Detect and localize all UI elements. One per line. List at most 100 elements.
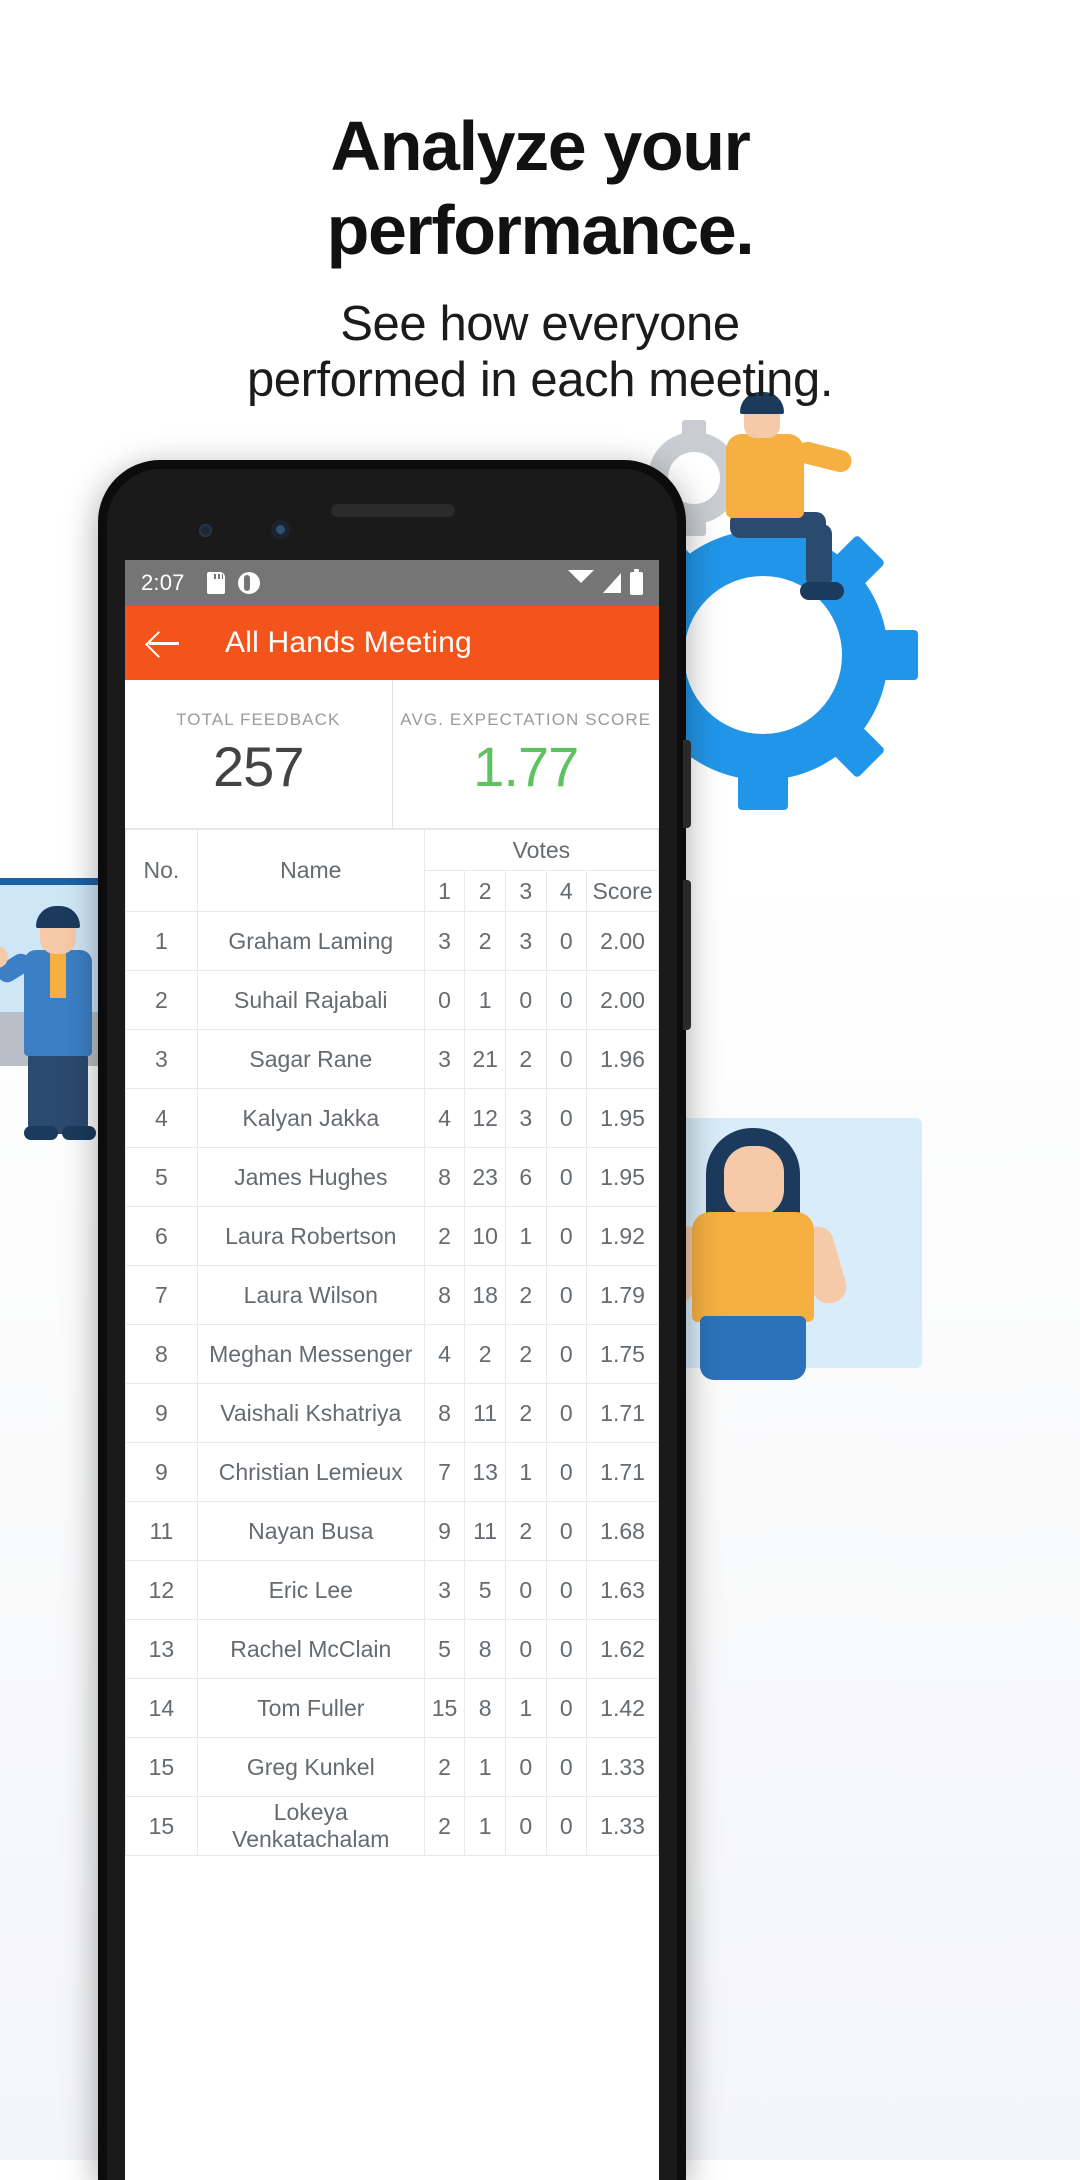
vote-count-1: 3 (423, 1560, 466, 1620)
vote-count-2: 2 (464, 911, 506, 971)
vote-count-2: 18 (464, 1265, 506, 1325)
column-header-vote-3: 3 (504, 870, 547, 912)
vote-count-3: 2 (504, 1324, 547, 1384)
table-row[interactable]: 4 Kalyan Jakka 4 12 3 0 1.95 (125, 1088, 659, 1148)
vote-count-3: 2 (504, 1383, 547, 1443)
column-header-vote-2: 2 (464, 870, 506, 912)
back-arrow-icon[interactable] (147, 626, 181, 660)
participant-name-link[interactable]: Vaishali Kshatriya (196, 1383, 425, 1443)
no: 3 (125, 1029, 198, 1089)
volume-button[interactable] (683, 880, 691, 1030)
vote-count-1: 3 (423, 911, 466, 971)
vote-count-2: 12 (464, 1088, 506, 1148)
participant-name-link[interactable]: Meghan Messenger (196, 1324, 425, 1384)
table-row[interactable]: 9 Vaishali Kshatriya 8 11 2 0 1.71 (125, 1383, 659, 1443)
vote-count-2: 21 (464, 1029, 506, 1089)
expectation-score: 1.96 (586, 1029, 659, 1089)
status-bar-right-icons (568, 568, 643, 595)
table-row[interactable]: 15 Lokeya Venkatachalam 2 1 0 0 1.33 (125, 1796, 659, 1856)
promo-headline: Analyze your performance. (0, 104, 1080, 272)
participant-name-link[interactable]: Rachel McClain (196, 1619, 425, 1679)
participant-name-link[interactable]: Christian Lemieux (196, 1442, 425, 1502)
app-bar: All Hands Meeting (125, 606, 659, 680)
vote-count-2: 1 (464, 1796, 506, 1856)
no: 11 (125, 1501, 198, 1561)
participant-ranking-table: No. Name Votes 1 2 3 4 Score 1 Graham Lam… (125, 829, 659, 1856)
vote-count-1: 8 (423, 1265, 466, 1325)
sd-card-icon (206, 572, 225, 594)
column-header-votes: Votes (423, 829, 659, 871)
column-header-score: Score (586, 870, 659, 912)
participant-name-link[interactable]: Suhail Rajabali (196, 970, 425, 1030)
large-gear-tooth (878, 630, 918, 680)
vote-count-4: 0 (545, 1265, 588, 1325)
no: 9 (125, 1442, 198, 1502)
table-row[interactable]: 7 Laura Wilson 8 18 2 0 1.79 (125, 1265, 659, 1325)
table-row[interactable]: 14 Tom Fuller 15 8 1 0 1.42 (125, 1678, 659, 1738)
seated-person-leg (806, 524, 832, 588)
table-header-row-top: No. Name Votes (125, 829, 659, 912)
table-row[interactable]: 3 Sagar Rane 3 21 2 0 1.96 (125, 1029, 659, 1089)
table-row[interactable]: 6 Laura Robertson 2 10 1 0 1.92 (125, 1206, 659, 1266)
no: 12 (125, 1560, 198, 1620)
vote-count-2: 23 (464, 1147, 506, 1207)
no: 6 (125, 1206, 198, 1266)
vote-count-4: 0 (545, 1147, 588, 1207)
vote-count-3: 0 (504, 1560, 547, 1620)
vote-count-2: 11 (464, 1501, 506, 1561)
phone-screen: 2:07 All Hands Meeting TOTAL FEEDBACK 25… (125, 560, 659, 2180)
vote-count-4: 0 (545, 911, 588, 971)
table-row[interactable]: 8 Meghan Messenger 4 2 2 0 1.75 (125, 1324, 659, 1384)
participant-name-link[interactable]: Tom Fuller (196, 1678, 425, 1738)
vote-count-2: 8 (464, 1619, 506, 1679)
promo-subheadline-line-2: performed in each meeting. (246, 353, 834, 407)
participant-name-link[interactable]: Nayan Busa (196, 1501, 425, 1561)
participant-name-link[interactable]: James Hughes (196, 1147, 425, 1207)
stat-label: TOTAL FEEDBACK (176, 710, 341, 729)
no: 7 (125, 1265, 198, 1325)
no: 8 (125, 1324, 198, 1384)
vote-count-1: 8 (423, 1383, 466, 1443)
stat-avg-expectation-score: AVG. EXPECTATION SCORE 1.77 (391, 680, 660, 828)
vote-count-1: 5 (423, 1619, 466, 1679)
table-row[interactable]: 12 Eric Lee 3 5 0 0 1.63 (125, 1560, 659, 1620)
participant-name-link[interactable]: Eric Lee (196, 1560, 425, 1620)
stat-label: AVG. EXPECTATION SCORE (400, 710, 652, 729)
table-row[interactable]: 1 Graham Laming 3 2 3 0 2.00 (125, 911, 659, 971)
power-button[interactable] (683, 740, 691, 828)
vote-count-4: 0 (545, 1324, 588, 1384)
seated-person-shoe (800, 582, 844, 600)
battery-icon (630, 568, 643, 595)
participant-name-link[interactable]: Lokeya Venkatachalam (196, 1796, 425, 1856)
expectation-score: 1.68 (586, 1501, 659, 1561)
table-row[interactable]: 9 Christian Lemieux 7 13 1 0 1.71 (125, 1442, 659, 1502)
participant-name-link[interactable]: Greg Kunkel (196, 1737, 425, 1797)
vote-count-3: 2 (504, 1029, 547, 1089)
vote-count-1: 9 (423, 1501, 466, 1561)
participant-name-link[interactable]: Sagar Rane (196, 1029, 425, 1089)
table-row[interactable]: 11 Nayan Busa 9 11 2 0 1.68 (125, 1501, 659, 1561)
participant-name-link[interactable]: Laura Wilson (196, 1265, 425, 1325)
table-row[interactable]: 5 James Hughes 8 23 6 0 1.95 (125, 1147, 659, 1207)
expectation-score: 1.33 (586, 1796, 659, 1856)
vote-count-1: 2 (423, 1206, 466, 1266)
table-row[interactable]: 13 Rachel McClain 5 8 0 0 1.62 (125, 1619, 659, 1679)
vote-count-3: 1 (504, 1678, 547, 1738)
participant-name-link[interactable]: Kalyan Jakka (196, 1088, 425, 1148)
vote-count-3: 2 (504, 1265, 547, 1325)
vote-count-4: 0 (545, 1796, 588, 1856)
sensor-icon (199, 524, 212, 537)
table-row[interactable]: 15 Greg Kunkel 2 1 0 0 1.33 (125, 1737, 659, 1797)
vote-count-4: 0 (545, 1560, 588, 1620)
promo-headline-line-1: Analyze your (330, 107, 751, 185)
participant-name-link[interactable]: Laura Robertson (196, 1206, 425, 1266)
no: 15 (125, 1796, 198, 1856)
vote-count-4: 0 (545, 1619, 588, 1679)
participant-name-link[interactable]: Graham Laming (196, 911, 425, 971)
expectation-score: 1.75 (586, 1324, 659, 1384)
vote-count-1: 4 (423, 1324, 466, 1384)
vote-count-2: 1 (464, 1737, 506, 1797)
presenter-shoe (24, 1126, 58, 1140)
no: 5 (125, 1147, 198, 1207)
table-row[interactable]: 2 Suhail Rajabali 0 1 0 0 2.00 (125, 970, 659, 1030)
